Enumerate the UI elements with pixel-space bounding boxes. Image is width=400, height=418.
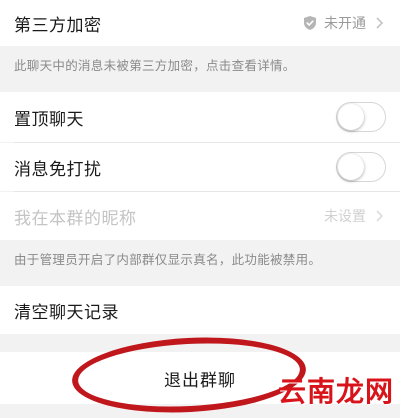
pin-chat-row: 置顶聊天 xyxy=(0,92,400,142)
pin-chat-toggle[interactable] xyxy=(336,102,386,132)
clear-history-label: 清空聊天记录 xyxy=(14,302,119,323)
nickname-label: 我在本群的昵称 xyxy=(14,208,137,229)
encryption-row[interactable]: 第三方加密 未开通 xyxy=(0,0,400,46)
nickname-value: 未设置 xyxy=(324,209,366,225)
nickname-row: 我在本群的昵称 未设置 xyxy=(0,192,400,240)
encryption-hint: 此聊天中的消息未被第三方加密，点击查看详情。 xyxy=(14,57,296,73)
clear-history-row[interactable]: 清空聊天记录 xyxy=(0,286,400,334)
chevron-right-icon xyxy=(376,17,384,29)
encryption-status-group: 未开通 xyxy=(302,13,386,33)
toggle-knob xyxy=(338,104,364,130)
shield-icon xyxy=(304,16,316,30)
encryption-label: 第三方加密 xyxy=(14,15,102,36)
mute-toggle[interactable] xyxy=(336,152,386,182)
nickname-hint: 由于管理员开启了内部群仅显示真名，此功能被禁用。 xyxy=(14,251,322,267)
mute-row: 消息免打扰 xyxy=(0,143,400,191)
mute-label: 消息免打扰 xyxy=(14,159,102,180)
nickname-value-group: 未设置 xyxy=(324,206,386,226)
toggle-knob xyxy=(338,154,364,180)
pin-chat-label: 置顶聊天 xyxy=(14,109,84,130)
watermark: 云南龙网 xyxy=(277,375,394,408)
exit-group-label: 退出群聊 xyxy=(164,370,236,391)
chevron-right-icon xyxy=(376,210,384,222)
encryption-status: 未开通 xyxy=(324,16,366,32)
